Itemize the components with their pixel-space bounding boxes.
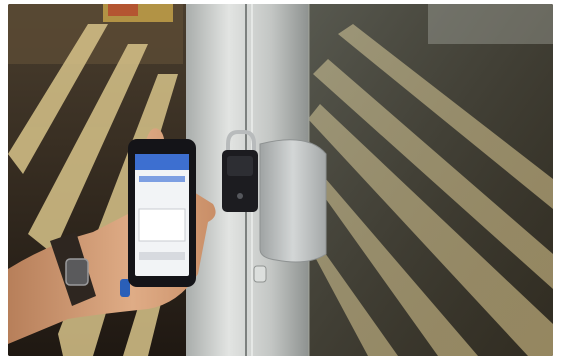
phone-app-bar [139, 176, 185, 182]
door-lock-photo [8, 4, 553, 356]
photo-frame [0, 0, 561, 360]
phone-app-header [135, 154, 189, 170]
glass-reflection [308, 4, 553, 356]
key-fob [120, 279, 130, 297]
door-handle-plate [259, 139, 327, 263]
phone-app-card [138, 208, 186, 242]
phone-app-footer [139, 252, 185, 260]
background-red-object [108, 4, 138, 16]
photo-scene [8, 4, 553, 356]
smartphone-icon [128, 139, 196, 287]
glass-reflection-top [428, 4, 553, 44]
door-cylinder [253, 265, 267, 283]
watch-face [65, 258, 89, 286]
